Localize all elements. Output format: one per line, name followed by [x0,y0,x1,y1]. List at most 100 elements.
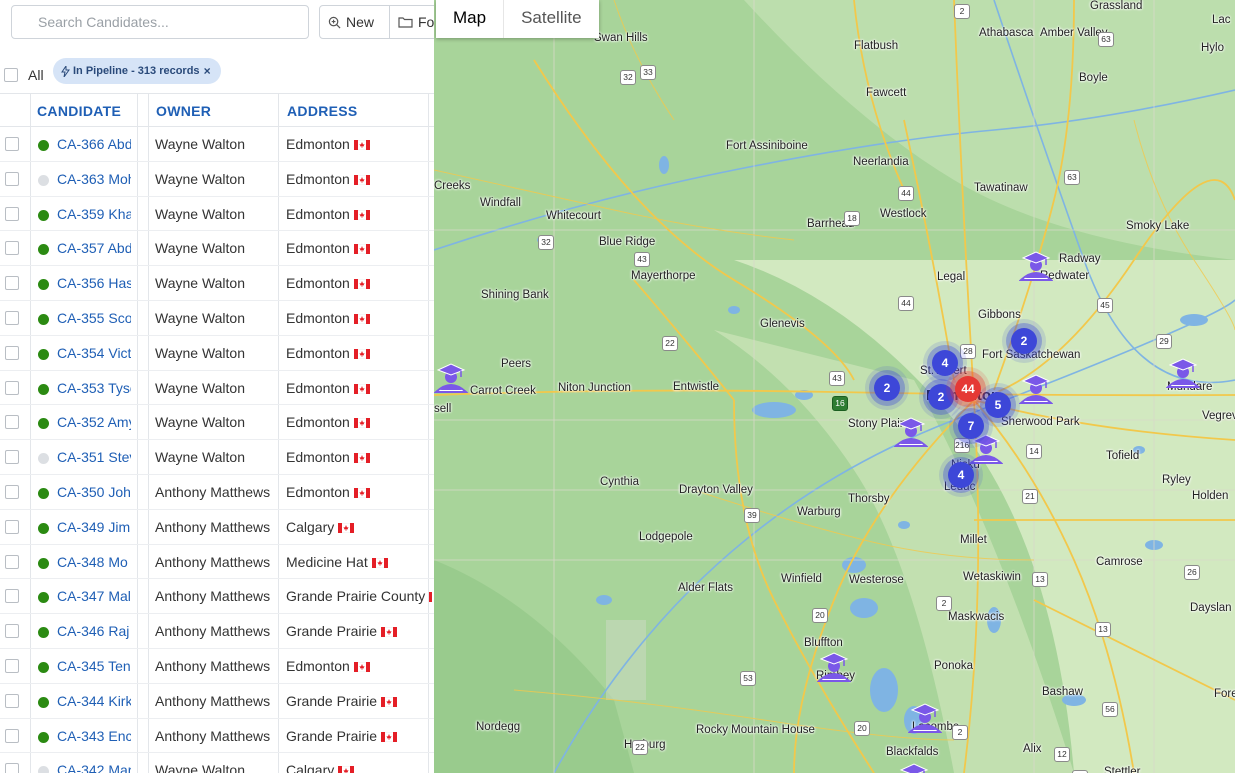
column-header-owner[interactable]: OWNER [156,103,211,119]
row-checkbox[interactable] [5,310,19,325]
marker-cluster[interactable]: 2 [874,375,900,401]
row-checkbox[interactable] [5,345,19,360]
table-row[interactable]: CA-348 Mo Anthony Matthews Medicine Hat [0,544,434,580]
row-checkbox[interactable] [5,450,19,465]
candidate-link[interactable]: CA-342 Mar [57,762,131,773]
row-checkbox[interactable] [5,763,19,773]
marker-cluster[interactable]: 5 [985,392,1011,418]
marker-cluster[interactable]: 7 [958,413,984,439]
place-label: Swan Hills [594,32,648,44]
candidate-link[interactable]: CA-351 Steve [57,449,131,465]
table-row[interactable]: CA-351 Steve Wayne Walton Edmonton [0,440,434,475]
table-row[interactable]: CA-352 Amy Wayne Walton Edmonton [0,405,434,441]
table-row[interactable]: CA-344 Kirk Anthony Matthews Grande Prairi… [0,683,434,719]
candidate-link[interactable]: CA-345 Ten [57,658,131,674]
graduate-pin-icon[interactable] [816,651,852,683]
graduate-pin-icon[interactable] [434,362,469,394]
row-checkbox[interactable] [5,241,19,256]
table-row[interactable]: CA-363 Mohammed Wayne Walton Edmonton [0,161,434,197]
candidate-link[interactable]: CA-354 Victor [57,345,131,361]
search-input[interactable] [36,6,300,38]
table-row[interactable]: CA-343 Enc Anthony Matthews Grande Prairie [0,718,434,754]
table-row[interactable]: CA-355 Scott Wayne Walton Edmonton [0,300,434,336]
highway-shield: 43 [829,371,845,386]
map-type-satellite[interactable]: Satellite [503,0,598,38]
map-type-map[interactable]: Map [436,0,503,38]
place-label: Bluffton [804,637,843,649]
table-row[interactable]: CA-356 Hassan Wayne Walton Edmonton [0,266,434,301]
marker-cluster[interactable]: 2 [928,384,954,410]
search-box[interactable] [11,5,309,39]
place-label: Millet [960,534,987,546]
table-row[interactable]: CA-345 Ten Anthony Matthews Edmonton [0,648,434,684]
table-row[interactable]: CA-353 Tyson Wayne Walton Edmonton [0,370,434,406]
row-checkbox[interactable] [5,276,19,291]
row-checkbox[interactable] [5,484,19,499]
pipeline-filter-chip[interactable]: In Pipeline - 313 records × [53,58,221,84]
filter-chip-close-icon[interactable]: × [204,64,211,78]
row-checkbox[interactable] [5,658,19,673]
row-checkbox[interactable] [5,519,19,534]
folder-button[interactable]: Fo [390,5,434,39]
graduate-pin-icon[interactable] [1018,250,1054,282]
map-view[interactable]: Map Satellite Grassland Lac Athabasca Amber… [434,0,1235,773]
candidate-link[interactable]: CA-352 Amy [57,414,131,430]
address-text: Edmonton [286,275,350,292]
candidate-link[interactable]: CA-363 Mohammed [57,171,131,187]
table-row[interactable]: CA-359 Khalid Wayne Walton Edmonton [0,196,434,232]
highway-shield: 13 [1032,572,1048,587]
graduate-pin-icon[interactable] [893,416,929,448]
marker-cluster[interactable]: 44 [955,376,981,402]
marker-cluster[interactable]: 4 [948,462,974,488]
select-all-checkbox[interactable] [4,68,18,82]
table-row[interactable]: CA-342 Mar Wayne Walton Calgary [0,753,434,773]
zoom-plus-icon [328,16,341,28]
marker-cluster[interactable]: 2 [1011,328,1037,354]
candidate-link[interactable]: CA-359 Khalid [57,206,131,222]
new-button[interactable]: New [319,5,390,39]
candidate-link[interactable]: CA-344 Kirk [57,693,131,709]
row-checkbox[interactable] [5,380,19,395]
candidate-link[interactable]: CA-350 John [57,484,131,500]
place-label: Vegreville [1202,410,1235,422]
place-label: Glenevis [760,318,805,330]
candidate-link[interactable]: CA-357 Abdullah [57,240,131,256]
table-row[interactable]: CA-349 Jim Anthony Matthews Calgary [0,509,434,545]
marker-cluster[interactable]: 4 [932,350,958,376]
row-checkbox[interactable] [5,728,19,743]
row-checkbox[interactable] [5,624,19,639]
candidate-link[interactable]: CA-346 Raj [57,623,131,639]
column-header-candidate[interactable]: CANDIDATE [37,103,121,119]
canada-flag-icon [353,279,370,290]
status-dot [38,209,49,221]
table-row[interactable]: CA-354 Victor Wayne Walton Edmonton [0,335,434,371]
graduate-pin-icon[interactable] [1165,357,1201,389]
row-checkbox[interactable] [5,554,19,569]
row-checkbox[interactable] [5,206,19,221]
row-checkbox[interactable] [5,415,19,430]
place-label: Alder Flats [678,582,733,594]
table-row[interactable]: CA-346 Raj Anthony Matthews Grande Prairie [0,614,434,649]
row-checkbox[interactable] [5,693,19,708]
select-all[interactable]: All [4,67,44,83]
candidate-link[interactable]: CA-349 Jim [57,519,131,535]
row-checkbox[interactable] [5,589,19,604]
candidate-link[interactable]: CA-366 Abdul [57,136,131,152]
row-checkbox[interactable] [5,171,19,186]
graduate-pin-icon[interactable] [907,702,943,734]
table-row[interactable]: CA-347 Mal Anthony Matthews Grande Prairie… [0,579,434,615]
candidate-link[interactable]: CA-347 Mal [57,588,131,604]
candidate-link[interactable]: CA-355 Scott [57,310,131,326]
column-header-address[interactable]: ADDRESS [287,103,358,119]
row-checkbox[interactable] [5,137,19,151]
table-row[interactable]: CA-366 Abdul Wayne Walton Edmonton [0,127,434,162]
table-row[interactable]: CA-350 John Anthony Matthews Edmonton [0,474,434,510]
candidate-link[interactable]: CA-348 Mo [57,554,131,570]
graduate-pin-icon[interactable] [1018,373,1054,405]
graduate-pin-icon[interactable] [897,762,931,773]
table-row[interactable]: CA-357 Abdullah Wayne Walton Edmonton [0,231,434,267]
candidate-link[interactable]: CA-356 Hassan [57,275,131,291]
candidate-link[interactable]: CA-343 Enc [57,728,131,744]
candidate-link[interactable]: CA-353 Tyson [57,380,131,396]
owner-cell: Anthony Matthews [155,623,271,640]
